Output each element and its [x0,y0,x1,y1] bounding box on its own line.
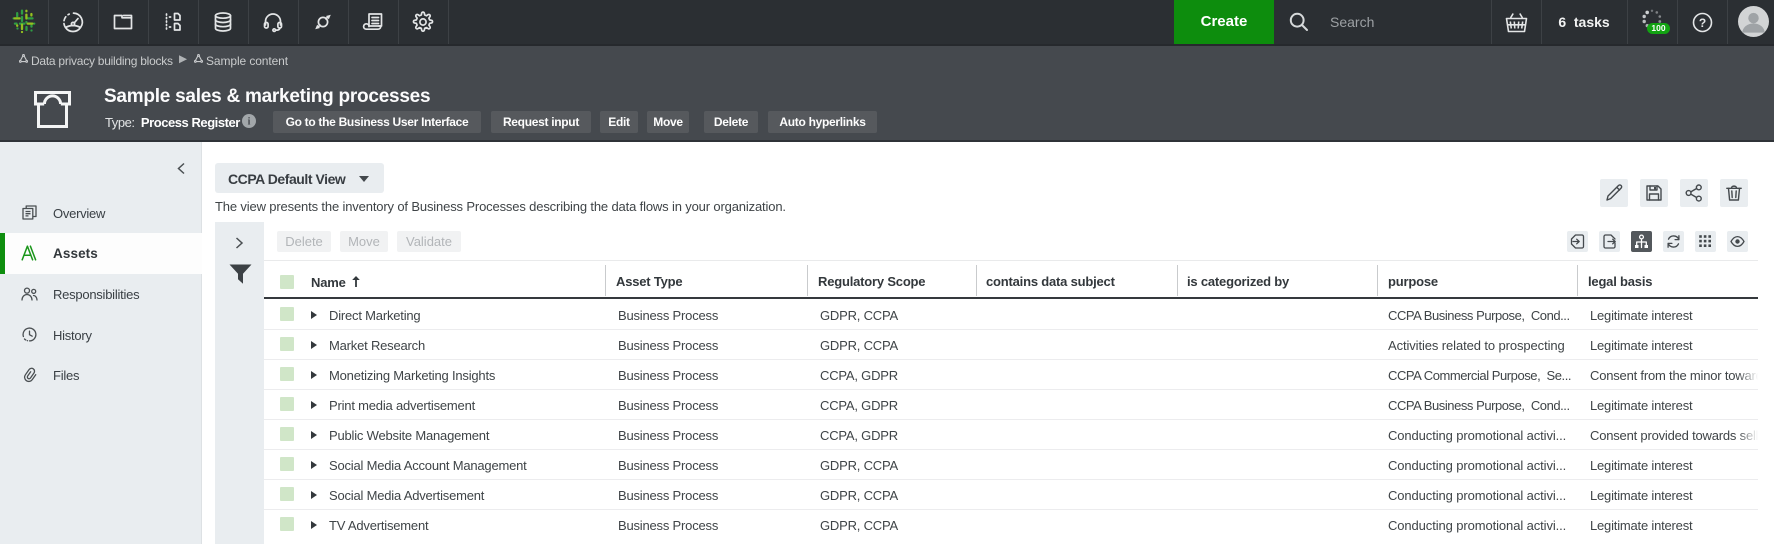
svg-text:i: i [248,117,251,128]
svg-text:?: ? [1699,16,1706,30]
